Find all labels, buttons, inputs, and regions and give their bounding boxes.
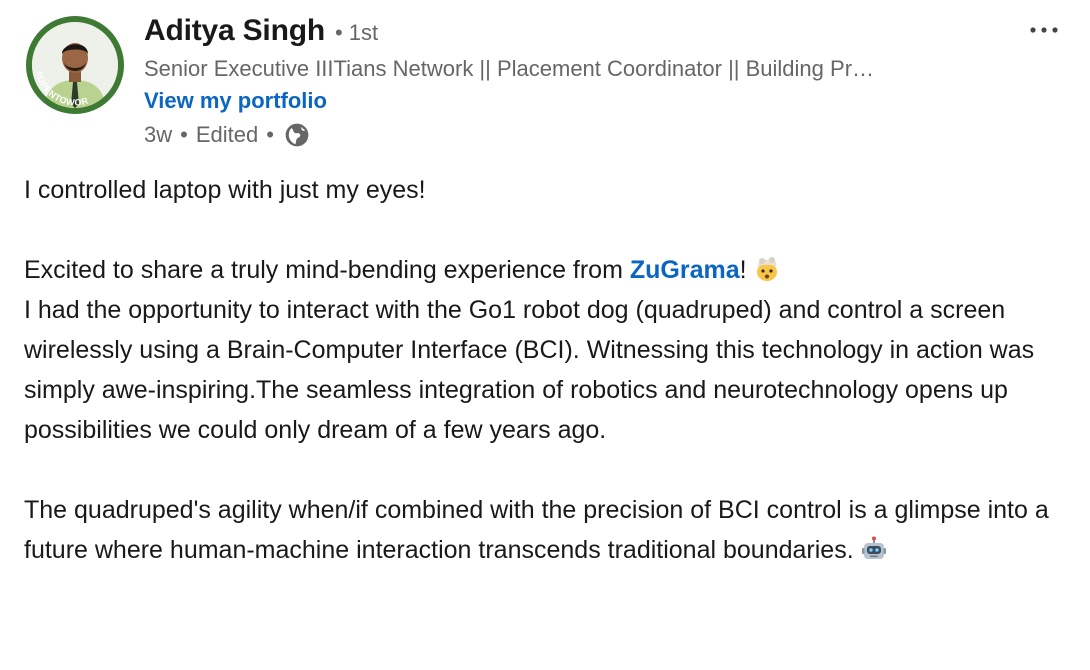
post-text: ! bbox=[739, 256, 747, 284]
author-name-row: Aditya Singh • 1st bbox=[144, 14, 378, 48]
feed-post: #OPENTOWORK Aditya Singh • 1st Senior Ex… bbox=[0, 0, 1090, 670]
author-avatar[interactable]: #OPENTOWORK bbox=[26, 16, 124, 114]
meta-separator: • bbox=[266, 122, 274, 147]
post-body: I controlled laptop with just my eyes! E… bbox=[24, 170, 1074, 570]
post-time: 3w bbox=[144, 122, 173, 147]
company-mention-link[interactable]: ZuGrama bbox=[630, 256, 740, 284]
post-paragraph: I controlled laptop with just my eyes! bbox=[24, 176, 426, 204]
portfolio-link[interactable]: View my portfolio bbox=[144, 88, 327, 114]
robot-emoji bbox=[861, 536, 886, 559]
edited-label: Edited bbox=[195, 122, 259, 147]
post-meta: 3w • Edited • bbox=[144, 122, 310, 148]
post-text: The quadruped's agility when/if combined… bbox=[24, 496, 1049, 564]
post-paragraph: The quadruped's agility when/if combined… bbox=[24, 490, 1074, 570]
more-horizontal-icon bbox=[1030, 27, 1058, 33]
connection-degree: • 1st bbox=[334, 20, 379, 45]
globe-icon bbox=[285, 123, 309, 147]
exploding-head-emoji bbox=[756, 257, 777, 281]
post-text: I had the opportunity to interact with t… bbox=[24, 296, 1035, 444]
post-text: Excited to share a truly mind-bending ex… bbox=[24, 256, 630, 284]
avatar-photo bbox=[32, 22, 118, 108]
author-headline: Senior Executive IIITians Network || Pla… bbox=[144, 56, 875, 81]
author-name[interactable]: Aditya Singh bbox=[144, 14, 325, 48]
meta-separator: • bbox=[180, 122, 188, 147]
more-options-button[interactable] bbox=[1026, 14, 1062, 46]
post-paragraph: Excited to share a truly mind-bending ex… bbox=[24, 250, 1074, 450]
